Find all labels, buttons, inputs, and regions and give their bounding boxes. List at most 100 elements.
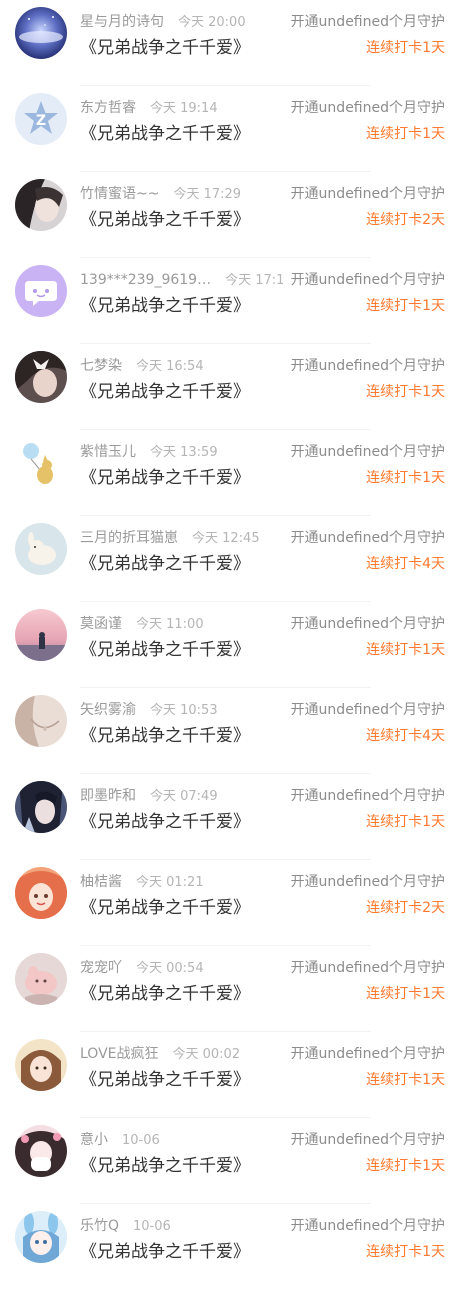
user-name[interactable]: 柚桔酱 [80,874,122,890]
streak-badge: 连续打卡1天 [366,1158,445,1174]
user-name[interactable]: 即墨昨和 [80,788,136,804]
guard-action-text: 开通undefined个月守护 [290,1132,445,1148]
guard-action-text: 开通undefined个月守护 [290,358,445,374]
avatar[interactable]: Z [15,93,67,145]
list-item[interactable]: 三月的折耳猫崽 今天 12:45 《兄弟战争之千千爱》 开通undefined个月… [0,516,461,602]
avatar[interactable] [15,867,67,919]
user-name[interactable]: 139***239_9619… [80,272,211,288]
user-name[interactable]: 意小 [80,1132,108,1148]
timestamp: 今天 00:02 [172,1047,241,1062]
streak-badge: 连续打卡4天 [366,556,445,572]
timestamp: 今天 01:21 [136,875,204,890]
list-item[interactable]: 矢织雾渝 今天 10:53 《兄弟战争之千千爱》 开通undefined个月守护 … [0,688,461,774]
streak-badge: 连续打卡1天 [366,814,445,830]
list-item[interactable]: 竹情蜜语~~ 今天 17:29 《兄弟战争之千千爱》 开通undefined个月守… [0,172,461,258]
user-name[interactable]: 莫函谨 [80,616,122,632]
svg-text:Z: Z [36,113,46,129]
streak-badge: 连续打卡1天 [366,1072,445,1088]
list-item[interactable]: 星与月的诗句 今天 20:00 《兄弟战争之千千爱》 开通undefined个月守… [0,0,461,86]
list-item[interactable]: 即墨昨和 今天 07:49 《兄弟战争之千千爱》 开通undefined个月守护 … [0,774,461,860]
timestamp: 今天 17:29 [173,187,242,202]
timestamp: 今天 07:49 [150,789,218,804]
book-title: 《兄弟战争之千千爱》 [80,296,250,316]
timestamp: 今天 10:53 [150,703,218,718]
streak-badge: 连续打卡1天 [366,642,445,658]
guard-action-text: 开通undefined个月守护 [290,186,445,202]
book-title: 《兄弟战争之千千爱》 [80,382,250,402]
list-item[interactable]: Z 东方哲睿 今天 19:14 《兄弟战争之千千爱》 开通undefined个月守… [0,86,461,172]
guard-action-text: 开通undefined个月守护 [290,702,445,718]
avatar[interactable] [15,1211,67,1263]
guard-action-text: 开通undefined个月守护 [290,444,445,460]
book-title: 《兄弟战争之千千爱》 [80,554,250,574]
timestamp: 今天 12:45 [192,531,260,546]
timestamp: 10-06 [133,1219,171,1234]
guard-action-text: 开通undefined个月守护 [290,530,445,546]
guard-action-text: 开通undefined个月守护 [290,960,445,976]
guard-action-text: 开通undefined个月守护 [290,100,445,116]
list-item[interactable]: 宠宠吖 今天 00:54 《兄弟战争之千千爱》 开通undefined个月守护 连… [0,946,461,1032]
timestamp: 今天 16:54 [136,359,204,374]
user-name[interactable]: 三月的折耳猫崽 [80,530,178,546]
streak-badge: 连续打卡1天 [366,40,445,56]
timestamp: 今天 00:54 [136,961,204,976]
timestamp: 今天 19:14 [150,101,218,116]
timestamp: 今天 11:00 [136,617,204,632]
user-name[interactable]: 紫惜玉儿 [80,444,136,460]
user-name[interactable]: 竹情蜜语~~ [80,186,159,202]
user-name[interactable]: 矢织雾渝 [80,702,136,718]
user-name[interactable]: 宠宠吖 [80,960,122,976]
guard-action-text: 开通undefined个月守护 [290,272,445,288]
book-title: 《兄弟战争之千千爱》 [80,124,250,144]
guard-action-text: 开通undefined个月守护 [290,874,445,890]
user-name[interactable]: LOVE战疯狂 [80,1046,159,1062]
avatar[interactable] [15,953,67,1005]
user-name[interactable]: 东方哲睿 [80,100,136,116]
avatar[interactable] [15,781,67,833]
list-item[interactable]: 乐竹Q 10-06 《兄弟战争之千千爱》 开通undefined个月守护 连续打卡… [0,1204,461,1290]
streak-badge: 连续打卡1天 [366,384,445,400]
list-item[interactable]: 莫函谨 今天 11:00 《兄弟战争之千千爱》 开通undefined个月守护 连… [0,602,461,688]
timestamp: 今天 13:59 [150,445,218,460]
avatar[interactable] [15,609,67,661]
avatar[interactable] [15,523,67,575]
guard-action-text: 开通undefined个月守护 [290,14,445,30]
list-item[interactable]: 紫惜玉儿 今天 13:59 《兄弟战争之千千爱》 开通undefined个月守护 … [0,430,461,516]
book-title: 《兄弟战争之千千爱》 [80,210,250,230]
avatar[interactable] [15,437,67,489]
list-item[interactable]: 139***239_9619… 今天 17:1 《兄弟战争之千千爱》 开通unde… [0,258,461,344]
streak-badge: 连续打卡1天 [366,126,445,142]
avatar[interactable] [15,695,67,747]
avatar[interactable] [15,351,67,403]
book-title: 《兄弟战争之千千爱》 [80,640,250,660]
book-title: 《兄弟战争之千千爱》 [80,898,250,918]
streak-badge: 连续打卡1天 [366,986,445,1002]
avatar[interactable] [15,265,67,317]
user-name[interactable]: 七梦染 [80,358,122,374]
avatar[interactable] [15,7,67,59]
book-title: 《兄弟战争之千千爱》 [80,1242,250,1262]
list-item[interactable]: 七梦染 今天 16:54 《兄弟战争之千千爱》 开通undefined个月守护 连… [0,344,461,430]
user-name[interactable]: 乐竹Q [80,1218,119,1234]
guard-action-text: 开通undefined个月守护 [290,788,445,804]
avatar[interactable] [15,1039,67,1091]
streak-badge: 连续打卡4天 [366,728,445,744]
list-item[interactable]: LOVE战疯狂 今天 00:02 《兄弟战争之千千爱》 开通undefined个月… [0,1032,461,1118]
streak-badge: 连续打卡1天 [366,470,445,486]
streak-badge: 连续打卡2天 [366,900,445,916]
book-title: 《兄弟战争之千千爱》 [80,38,250,58]
guard-action-text: 开通undefined个月守护 [290,616,445,632]
streak-badge: 连续打卡1天 [366,298,445,314]
user-name[interactable]: 星与月的诗句 [80,14,164,30]
list-item[interactable]: 意小 10-06 《兄弟战争之千千爱》 开通undefined个月守护 连续打卡1… [0,1118,461,1204]
avatar[interactable] [15,179,67,231]
streak-badge: 连续打卡2天 [366,212,445,228]
book-title: 《兄弟战争之千千爱》 [80,1070,250,1090]
list-item[interactable]: 柚桔酱 今天 01:21 《兄弟战争之千千爱》 开通undefined个月守护 连… [0,860,461,946]
timestamp: 10-06 [122,1133,160,1148]
book-title: 《兄弟战争之千千爱》 [80,812,250,832]
timestamp: 今天 20:00 [178,15,246,30]
streak-badge: 连续打卡1天 [366,1244,445,1260]
avatar[interactable] [15,1125,67,1177]
guardian-list: 星与月的诗句 今天 20:00 《兄弟战争之千千爱》 开通undefined个月守… [0,0,461,1280]
